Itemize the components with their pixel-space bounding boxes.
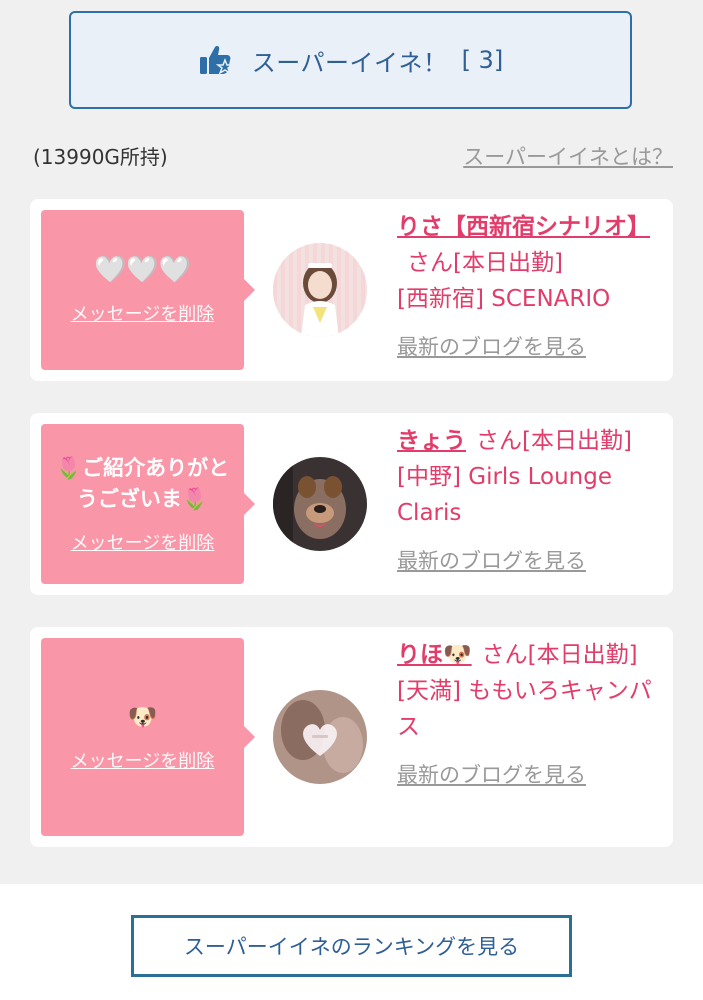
shop-name: [天満] ももいろキャンパス [397, 678, 652, 740]
sender-status: さん[本日出勤] [476, 428, 632, 454]
super-like-label: スーパーイイネ！ [251, 48, 448, 77]
sender-info: きょう さん[本日出勤] [中野] Girls Lounge Claris 最新の… [397, 423, 659, 579]
message-card: 🌷ご紹介ありがとうございま🌷 メッセージを削除 きょう さん[本日出勤] [中野]… [30, 413, 673, 595]
delete-message-link[interactable]: メッセージを削除 [71, 747, 215, 773]
sender-info: りさ【西新宿シナリオ】さん[本日出勤] [西新宿] SCENARIO 最新のブロ… [397, 209, 659, 365]
sender-status: さん[本日出勤] [481, 642, 638, 668]
avatar[interactable] [273, 243, 367, 337]
blog-link[interactable]: 最新のブログを見る [397, 757, 659, 793]
blog-link[interactable]: 最新のブログを見る [397, 329, 659, 365]
message-text: 🌷ご紹介ありがとうございま🌷 [55, 456, 230, 511]
avatar[interactable] [273, 690, 367, 784]
blog-link[interactable]: 最新のブログを見る [397, 543, 659, 579]
sender-info: りほ🐶 さん[本日出勤] [天満] ももいろキャンパス 最新のブログを見る [397, 637, 659, 793]
message-bubble: 🤍🤍🤍 メッセージを削除 [41, 210, 255, 370]
super-like-button[interactable]: スーパーイイネ！ [ 3] [69, 11, 632, 109]
sender-status: さん[本日出勤] [407, 250, 563, 276]
owned-points: (13990G所持) [33, 145, 168, 169]
message-text: 🤍🤍🤍 [93, 254, 192, 285]
shop-name: [西新宿] SCENARIO [397, 286, 611, 312]
sender-name[interactable]: りほ🐶 [397, 642, 472, 668]
delete-message-link[interactable]: メッセージを削除 [71, 529, 215, 555]
shop-name: [中野] Girls Lounge Claris [397, 464, 612, 526]
message-card: 🤍🤍🤍 メッセージを削除 りさ【西新宿シナリオ】さん[本日出勤] [西新宿] S… [30, 199, 673, 381]
about-super-like-link[interactable]: スーパーイイネとは？ [463, 141, 673, 171]
message-card: 🐶 メッセージを削除 りほ🐶 さん[本日出勤] [天満] ももいろキャンパス 最新… [30, 627, 673, 847]
ranking-button[interactable]: スーパーイイネのランキングを見る [131, 915, 572, 977]
avatar[interactable] [273, 457, 367, 551]
thumbs-up-star-icon [198, 42, 235, 78]
sender-name[interactable]: きょう [397, 428, 466, 454]
super-like-count: [ 3] [461, 46, 504, 74]
message-bubble: 🌷ご紹介ありがとうございま🌷 メッセージを削除 [41, 424, 255, 584]
message-text: 🐶 [127, 702, 158, 731]
delete-message-link[interactable]: メッセージを削除 [71, 300, 215, 326]
message-bubble: 🐶 メッセージを削除 [41, 638, 255, 836]
sender-name[interactable]: りさ【西新宿シナリオ】 [397, 214, 650, 240]
